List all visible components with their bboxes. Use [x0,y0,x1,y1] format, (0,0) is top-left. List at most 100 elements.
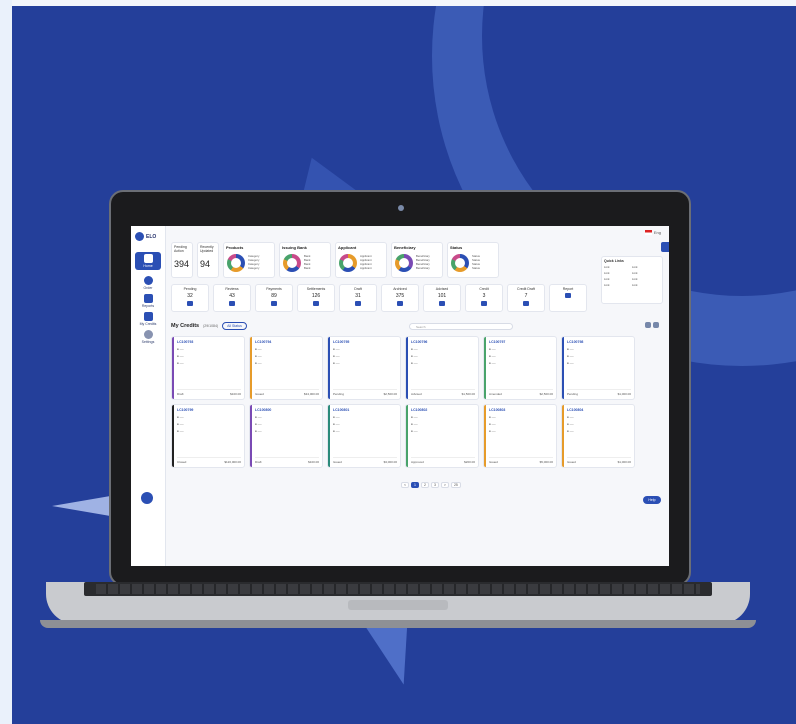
sidebar-item-label: Reports [141,304,155,308]
credit-card[interactable]: LC100793 ● ---- ● ---- ● ---- Draft $100… [171,336,245,400]
avatar[interactable] [141,492,153,504]
donut-card[interactable]: Beneficiary Beneficiary Beneficiary Benefi… [391,242,443,278]
open-button[interactable] [397,301,403,306]
open-button[interactable] [439,301,445,306]
credit-card[interactable]: LC100801 ● ---- ● ---- ● ---- Issued $3,… [327,404,401,468]
card-line: ● ---- [177,422,184,426]
summary-card[interactable]: Payments 89 [255,284,293,312]
grid-view-icon[interactable] [645,322,651,328]
stat-value: 394 [174,259,190,269]
summary-card[interactable]: Pending 32 [171,284,209,312]
card-line: ● ---- [333,354,340,358]
open-button[interactable] [313,301,319,306]
quick-link[interactable]: Link [604,283,632,287]
summary-card[interactable]: Settlements 126 [297,284,335,312]
open-button[interactable] [565,293,571,298]
quick-link[interactable]: Link [604,265,632,269]
credit-card[interactable]: LC100804 ● ---- ● ---- ● ---- Issued $1,… [561,404,635,468]
summary-title: Credit Draft [517,287,535,291]
credit-card[interactable]: LC100797 ● ---- ● ---- ● ---- Amended $2… [483,336,557,400]
status-filter[interactable]: All Status [222,322,247,330]
donut-card[interactable]: Products Category Category Category Categor… [223,242,275,278]
page-button[interactable]: 1 [411,482,419,488]
summary-card[interactable]: Draft 31 [339,284,377,312]
search-input[interactable]: Search [409,323,513,330]
card-line: ● ---- [255,415,262,419]
donut-chart [227,254,245,272]
open-button[interactable] [523,301,529,306]
summary-title: Settlements [306,287,326,291]
summary-value: 7 [524,293,528,299]
credit-cards-grid: LC100793 ● ---- ● ---- ● ---- Draft $100… [171,336,641,468]
sidebar-item-reports[interactable]: Reports [135,294,161,308]
sidebar-item-my-credits[interactable]: My Credits [135,312,161,326]
quick-link[interactable]: Link [632,277,660,281]
stats-row: Pending Action 394 Recently Updated 94 P… [171,242,499,278]
summary-card[interactable]: Archived 375 [381,284,419,312]
status-badge: Closed [177,460,187,464]
open-button[interactable] [355,301,361,306]
sidebar-item-home[interactable]: Home [135,252,161,270]
credit-id: LC100803 [489,408,506,412]
donut-chart [395,254,413,272]
summary-card[interactable]: Advised 101 [423,284,461,312]
page-button[interactable]: 2 [421,482,429,488]
donut-legend: Bank Bank Bank Bank [304,254,311,270]
side-tab[interactable] [661,242,669,252]
pagination: <1 2 3 >25 [401,482,461,488]
quick-link[interactable]: Link [604,271,632,275]
donut-chart [283,254,301,272]
credit-card[interactable]: LC100803 ● ---- ● ---- ● ---- Issued $5,… [483,404,557,468]
page-button[interactable]: > [440,482,449,488]
credit-card[interactable]: LC100796 ● ---- ● ---- ● ---- Advised $1… [405,336,479,400]
card-footer: Advised $1,500.00 [411,389,475,396]
summary-card[interactable]: Credit 3 [465,284,503,312]
summary-card[interactable]: Report [549,284,587,312]
sidebar-item-label: Order [143,286,153,290]
card-footer: Issued $34,000.00 [255,389,319,396]
card-accent [172,337,174,399]
open-button[interactable] [229,301,235,306]
card-line: ● ---- [567,422,574,426]
card-line: ● ---- [177,415,184,419]
page-button[interactable]: 3 [430,482,439,488]
credit-card[interactable]: LC100798 ● ---- ● ---- ● ---- Pending $1… [561,336,635,400]
donut-card[interactable]: Issuing Bank Bank Bank Bank Bank [279,242,331,278]
sidebar-item-order[interactable]: Order [135,276,161,290]
open-button[interactable] [187,301,193,306]
card-accent [250,405,252,467]
donut-card[interactable]: Applicant Applicant Applicant Applicant App… [335,242,387,278]
card-amount: $120,000.00 [224,460,241,464]
summary-card[interactable]: Credit Draft 7 [507,284,545,312]
summary-card[interactable]: Reviews 43 [213,284,251,312]
credit-card[interactable]: LC100800 ● ---- ● ---- ● ---- Draft $100… [249,404,323,468]
open-button[interactable] [481,301,487,306]
laptop-keyboard [96,584,700,594]
language-selector[interactable]: Eng [644,230,661,235]
donut-card[interactable]: Status Status Status Status Status [447,242,499,278]
summary-title: Archived [393,287,407,291]
open-button[interactable] [271,301,277,306]
credit-card[interactable]: LC100802 ● ---- ● ---- ● ---- Approved $… [405,404,479,468]
credit-card[interactable]: LC100795 ● ---- ● ---- ● ---- Pending $2… [327,336,401,400]
page-button[interactable]: < [401,482,410,488]
quick-link[interactable]: Link [604,277,632,281]
card-line: ● ---- [333,422,340,426]
donut-title: Issuing Bank [282,245,307,250]
card-line: ● ---- [333,415,340,419]
quick-link[interactable]: Link [632,265,660,269]
stat-card[interactable]: Pending Action 394 [171,242,193,278]
sidebar-item-settings[interactable]: Settings [135,330,161,344]
credit-card[interactable]: LC100799 ● ---- ● ---- ● ---- Closed $12… [171,404,245,468]
stat-card[interactable]: Recently Updated 94 [197,242,219,278]
credit-card[interactable]: LC100794 ● ---- ● ---- ● ---- Issued $34… [249,336,323,400]
summary-title: Draft [354,287,362,291]
help-button[interactable]: Help [643,496,661,504]
list-view-icon[interactable] [653,322,659,328]
logo: ELO [135,232,156,241]
credit-id: LC100798 [567,340,584,344]
quick-link[interactable]: Link [632,283,660,287]
card-accent [484,337,486,399]
quick-link[interactable]: Link [632,271,660,275]
page-button[interactable]: 25 [450,482,461,488]
